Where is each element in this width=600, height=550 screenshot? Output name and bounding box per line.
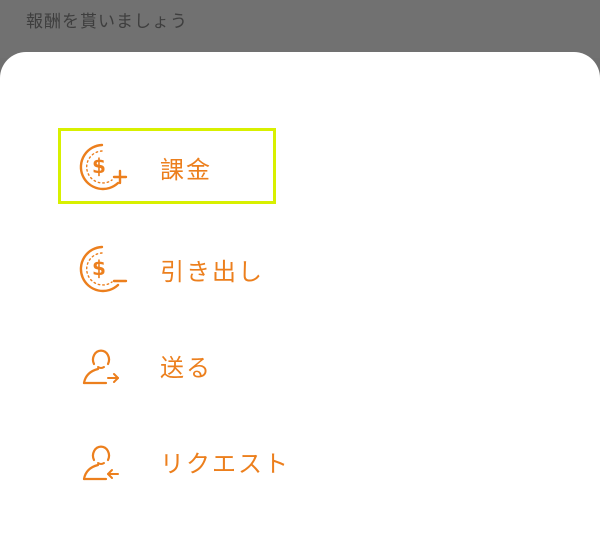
menu-item-send[interactable]: 送る [74,332,354,398]
user-send-icon [74,337,130,393]
menu-item-request[interactable]: リクエスト [74,428,354,494]
menu-item-label: 引き出し [160,257,264,286]
watermark-line1: ONLINE CASINO [428,456,537,471]
user-request-icon [74,433,130,489]
menu-item-label: 送る [160,353,212,382]
coin-minus-icon: $ [74,241,130,297]
svg-text:$: $ [92,256,106,280]
winner-club-watermark: ONLINE CASINO WINNER CLUB [372,452,584,542]
watermark-line3: CLUB [444,502,521,532]
menu-item-withdraw[interactable]: $ 引き出し [74,236,354,302]
dimmed-header: 報酬を貰いましょう [0,0,600,58]
menu-item-label: リクエスト [160,449,290,478]
page-title: 報酬を貰いましょう [26,12,188,32]
watermark-line2: WINNER [414,472,542,505]
highlight-box [58,128,276,204]
